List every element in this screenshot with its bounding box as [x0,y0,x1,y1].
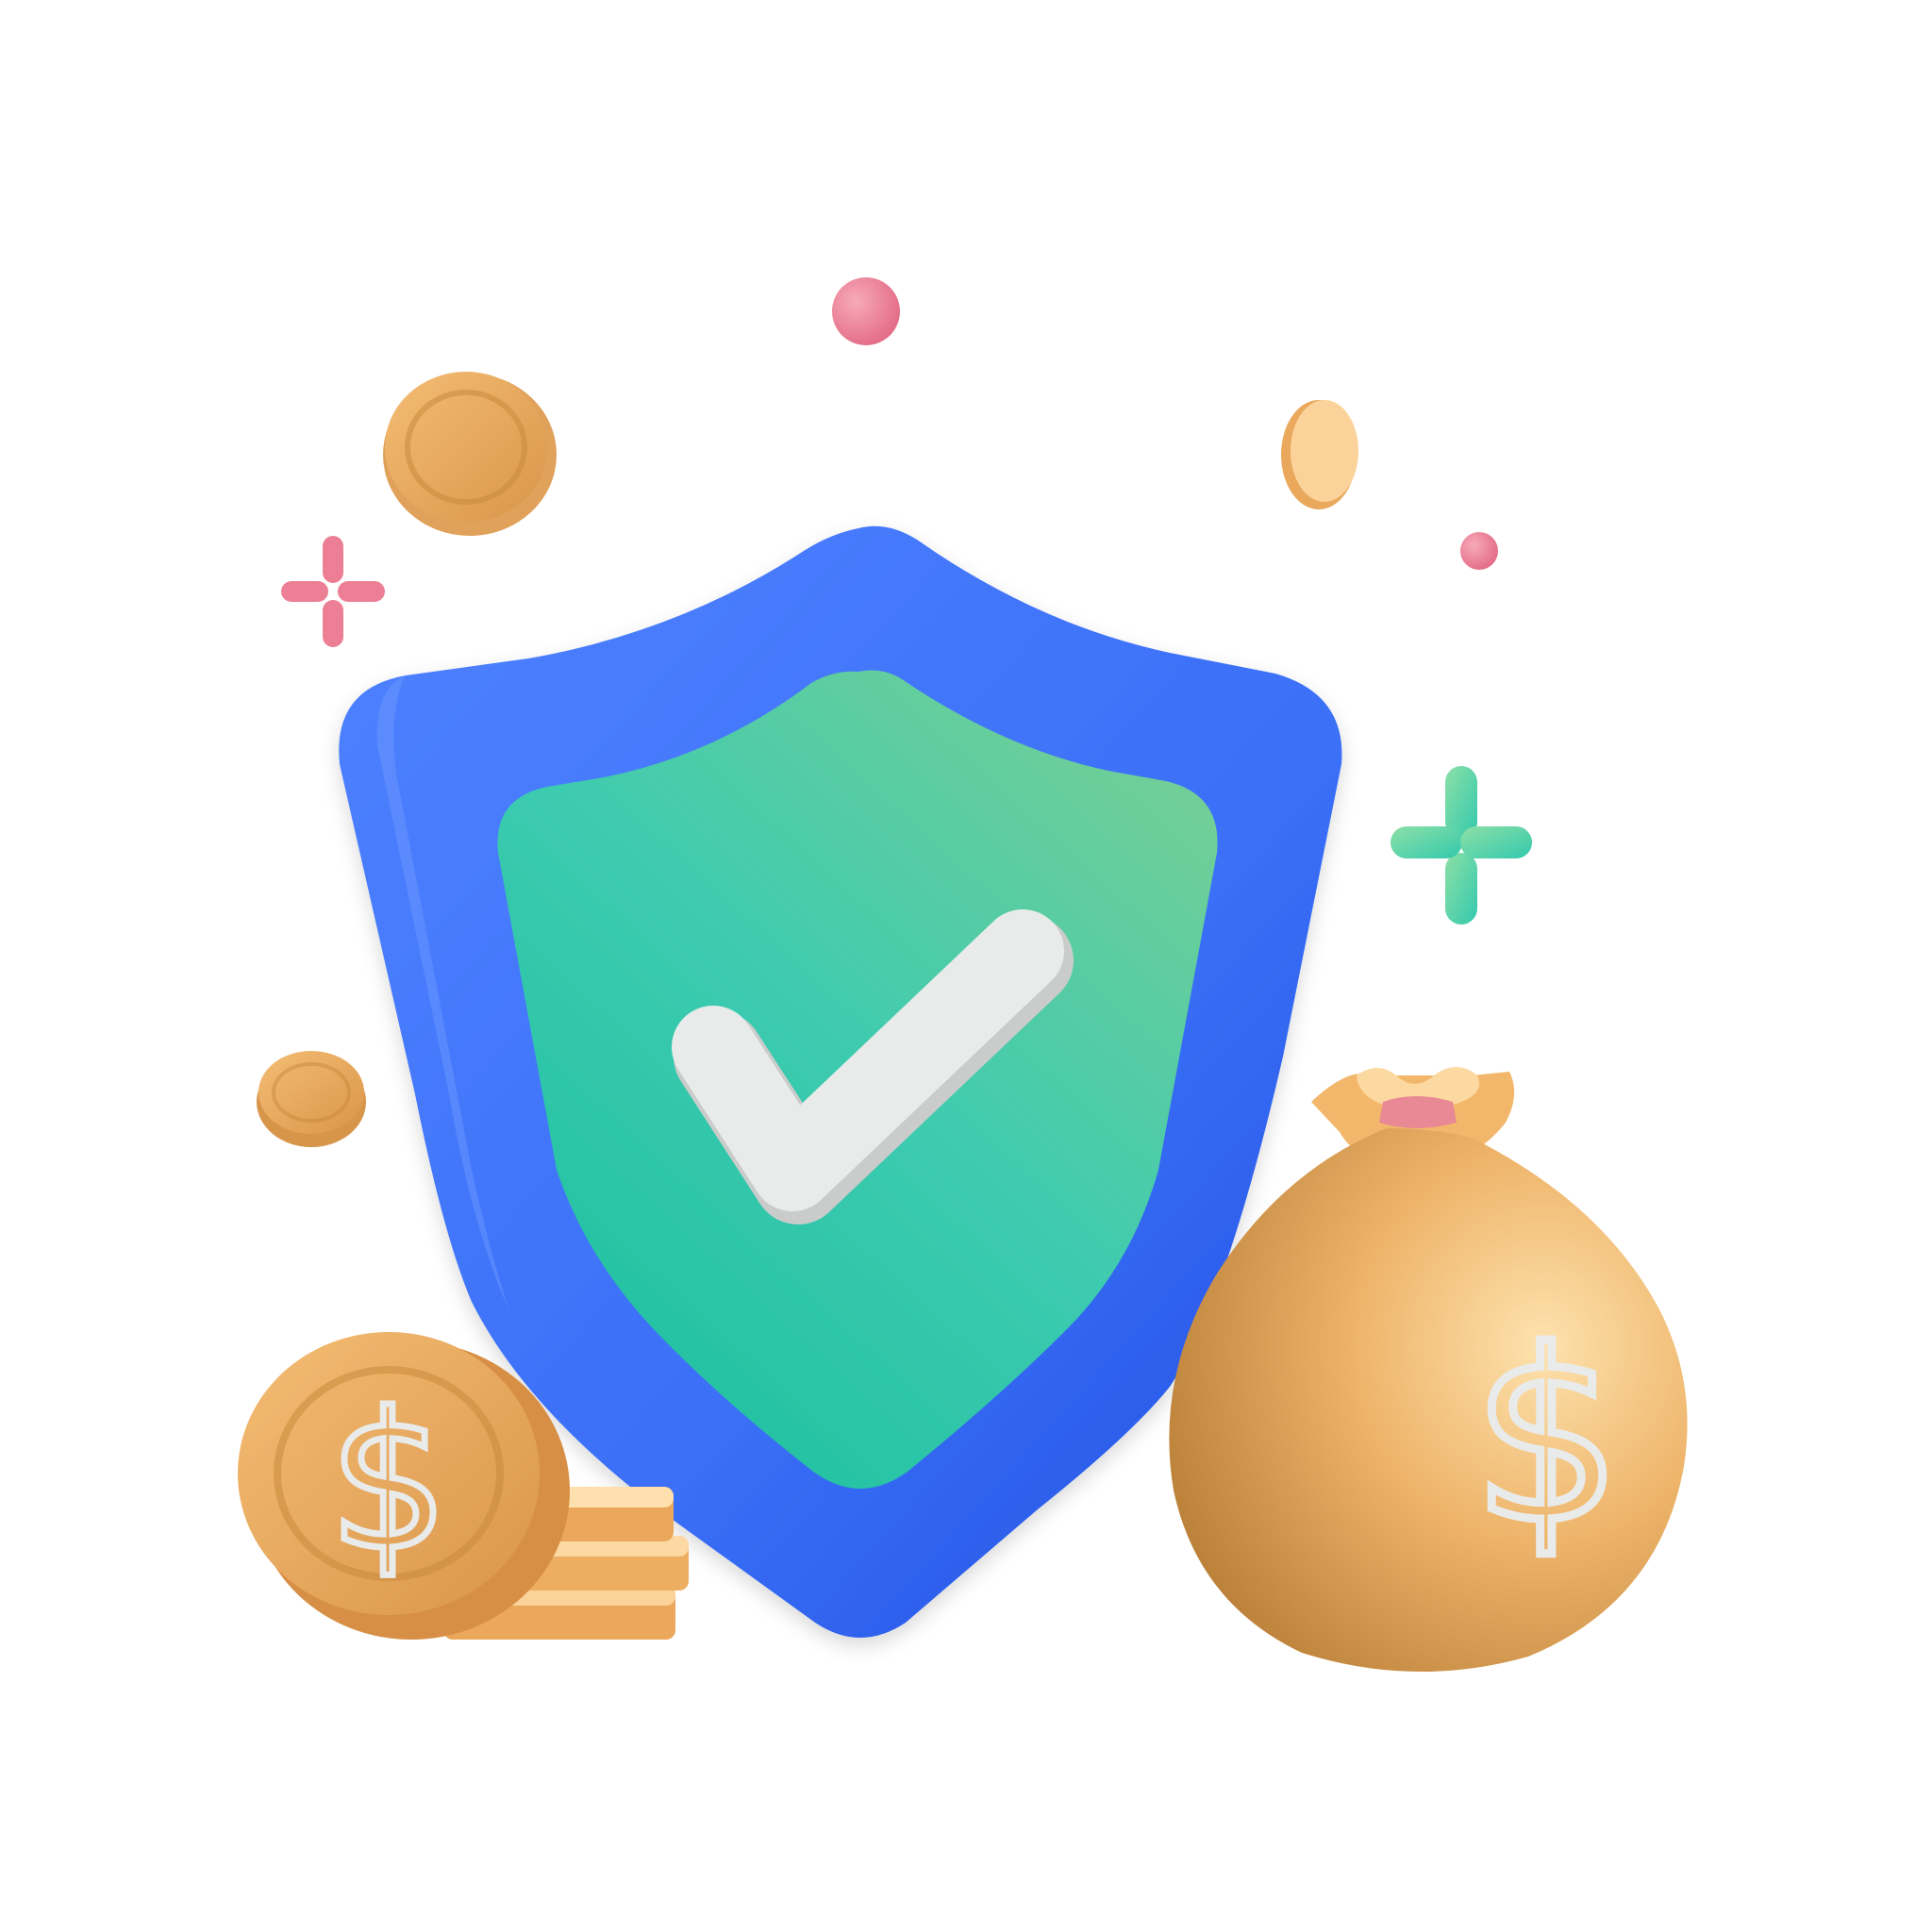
illustration-svg: $ $ [238,277,1688,1673]
coin-dollar-sign: $ [328,1373,448,1592]
floating-coin-left [257,1051,366,1147]
illustration-canvas: $ $ [0,0,1932,1932]
sparkle-pink-icon [281,536,385,647]
bag-tie [1379,1096,1457,1128]
floating-coin-top-left [383,372,557,536]
floating-coin-top-right [1281,400,1358,509]
sparkle-green-icon [1391,766,1532,924]
bag-dollar-sign: $ [1472,1300,1622,1574]
pink-dot-right [1460,532,1498,570]
pink-dot-top [832,277,900,345]
front-coin: $ [238,1332,570,1640]
